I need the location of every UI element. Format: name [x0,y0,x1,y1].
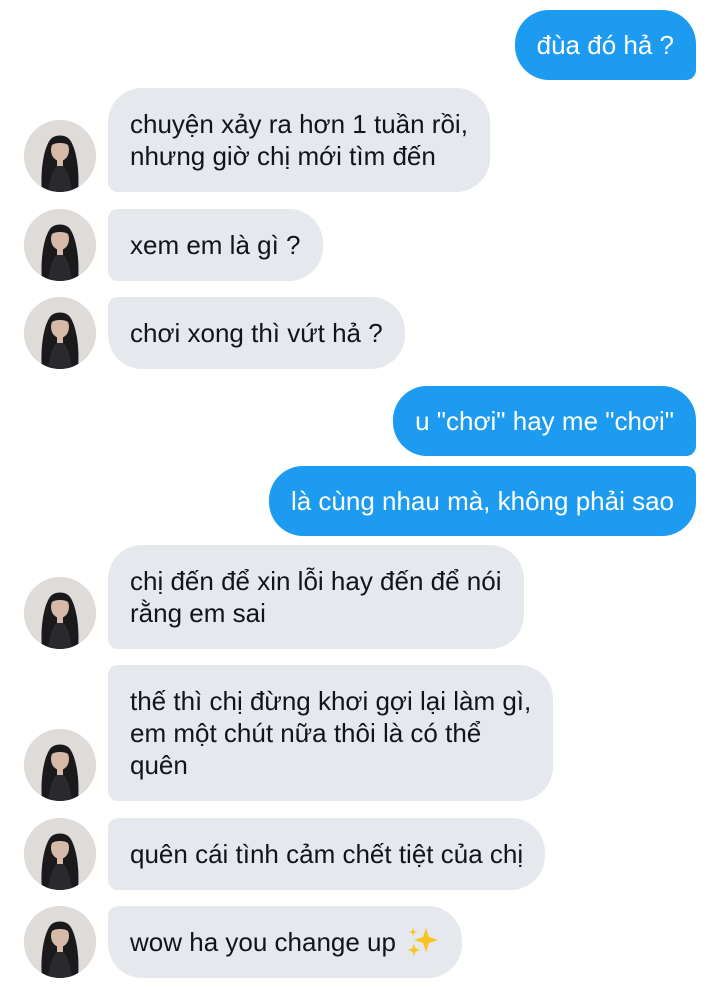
message-text: là cùng nhau mà, không phải sao [290,486,674,516]
contact-avatar[interactable] [24,906,96,978]
message-line: em một chút nữa thôi là có thể [130,718,482,748]
contact-avatar[interactable] [24,120,96,192]
message-text: đùa đó hả ? [536,30,674,60]
message-bubble-self[interactable]: là cùng nhau mà, không phải sao [268,466,696,536]
message-bubble-self[interactable]: đùa đó hả ? [514,10,696,80]
message-line: xem em là gì ? [130,230,301,260]
message-bubble-self[interactable]: u "chơi" hay me "chơi" [393,386,696,456]
message-line: quên [130,750,188,780]
message-bubble-other[interactable]: wow ha you change up [108,906,462,978]
sparkles-emoji-icon [406,925,440,959]
message-line: nhưng giờ chị mới tìm đến [130,141,436,171]
contact-avatar[interactable] [24,729,96,801]
message-text: u "chơi" hay me "chơi" [415,406,674,436]
message-line: chị đến để xin lỗi hay đến để nói [130,566,502,596]
message-bubble-other[interactable]: xem em là gì ? [108,209,323,281]
message-line: quên cái tình cảm chết tiệt của chị [130,839,524,869]
message-line: chơi xong thì vứt hả ? [130,318,383,348]
message-bubble-other[interactable]: chị đến để xin lỗi hay đến để nói rằng e… [108,545,524,649]
message-bubble-other[interactable]: quên cái tình cảm chết tiệt của chị [108,818,546,890]
contact-avatar[interactable] [24,577,96,649]
message-line: rằng em sai [130,598,266,628]
contact-avatar[interactable] [24,209,96,281]
message-line: wow ha you change up [130,927,396,957]
contact-avatar[interactable] [24,818,96,890]
contact-avatar[interactable] [24,297,96,369]
message-bubble-other[interactable]: chuyện xảy ra hơn 1 tuần rồi, nhưng giờ … [108,88,490,192]
message-line: chuyện xảy ra hơn 1 tuần rồi, [130,109,468,139]
message-bubble-other[interactable]: thế thì chị đừng khơi gợi lại làm gì, em… [108,665,554,801]
message-bubble-other[interactable]: chơi xong thì vứt hả ? [108,297,405,369]
message-line: thế thì chị đừng khơi gợi lại làm gì, [130,686,532,716]
